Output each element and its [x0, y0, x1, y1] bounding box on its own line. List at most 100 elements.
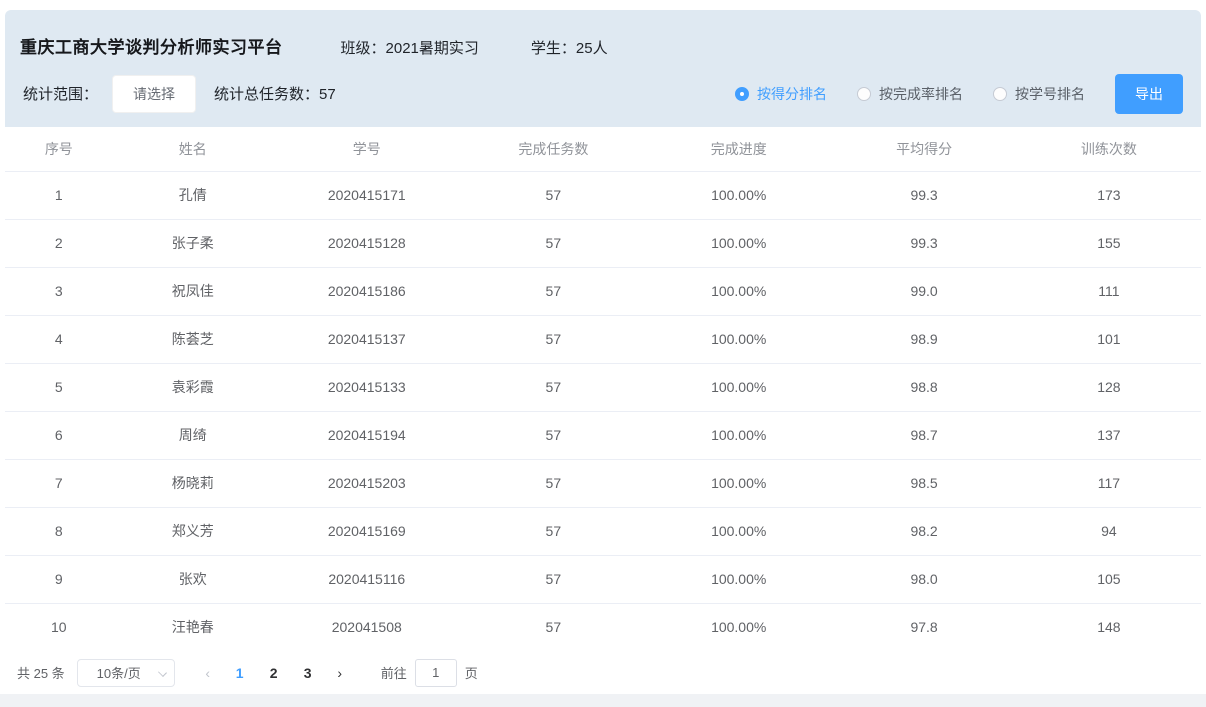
table-cell: 100.00% — [646, 507, 831, 555]
goto-page-input[interactable] — [415, 659, 457, 687]
total-tasks: 统计总任务数：57 — [214, 83, 336, 104]
sort-radio-option[interactable]: 按得分排名 — [735, 84, 827, 104]
table-cell: 郑义芳 — [113, 507, 273, 555]
sort-radio-group: 按得分排名 按完成率排名 按学号排名 — [735, 84, 1115, 104]
table-header-row: 序号姓名学号完成任务数完成进度平均得分训练次数 — [5, 127, 1201, 171]
column-header: 完成任务数 — [461, 127, 646, 171]
total-tasks-label: 统计总任务数： — [214, 86, 319, 103]
page: 重庆工商大学谈判分析师实习平台 班级：2021暑期实习 学生：25人 统计范围：… — [0, 0, 1206, 707]
table-cell: 148 — [1017, 603, 1201, 651]
table-cell: 98.0 — [831, 555, 1016, 603]
sort-radio-option[interactable]: 按完成率排名 — [857, 84, 963, 104]
column-header: 平均得分 — [831, 127, 1016, 171]
table-cell: 57 — [461, 411, 646, 459]
table-cell: 98.5 — [831, 459, 1016, 507]
table-row: 10汪艳春20204150857100.00%97.8148 — [5, 603, 1201, 651]
table-cell: 6 — [5, 411, 113, 459]
table-cell: 祝凤佳 — [113, 267, 273, 315]
page-number[interactable]: 2 — [259, 659, 289, 687]
table-cell: 10 — [5, 603, 113, 651]
table-cell: 100.00% — [646, 459, 831, 507]
column-header: 序号 — [5, 127, 113, 171]
table-cell: 100.00% — [646, 267, 831, 315]
pager-nav: ‹ 123 › — [193, 659, 355, 687]
table-row: 3祝凤佳202041518657100.00%99.0111 — [5, 267, 1201, 315]
table-cell: 111 — [1017, 267, 1201, 315]
table-cell: 99.3 — [831, 171, 1016, 219]
page-size-value: 10条/页 — [97, 663, 141, 682]
table-cell: 97.8 — [831, 603, 1016, 651]
table-cell: 101 — [1017, 315, 1201, 363]
table-cell: 202041508 — [273, 603, 461, 651]
column-header: 学号 — [273, 127, 461, 171]
table-row: 2张子柔202041512857100.00%99.3155 — [5, 219, 1201, 267]
table-cell: 57 — [461, 363, 646, 411]
table-cell: 98.7 — [831, 411, 1016, 459]
page-numbers: 123 — [223, 659, 325, 687]
table-cell: 57 — [461, 507, 646, 555]
total-tasks-value: 57 — [319, 86, 336, 103]
table-cell: 57 — [461, 459, 646, 507]
table-cell: 117 — [1017, 459, 1201, 507]
table-row: 6周绮202041519457100.00%98.7137 — [5, 411, 1201, 459]
table-cell: 杨晓莉 — [113, 459, 273, 507]
table-cell: 100.00% — [646, 363, 831, 411]
radio-icon — [993, 87, 1007, 101]
table-cell: 99.3 — [831, 219, 1016, 267]
table-row: 7杨晓莉202041520357100.00%98.5117 — [5, 459, 1201, 507]
table-cell: 57 — [461, 171, 646, 219]
table-cell: 2020415194 — [273, 411, 461, 459]
class-label: 班级： — [341, 40, 386, 57]
table-cell: 100.00% — [646, 603, 831, 651]
export-button[interactable]: 导出 — [1115, 74, 1183, 114]
table-cell: 100.00% — [646, 411, 831, 459]
table-cell: 7 — [5, 459, 113, 507]
ranking-table: 序号姓名学号完成任务数完成进度平均得分训练次数 1孔倩2020415171571… — [5, 127, 1201, 651]
table-cell: 9 — [5, 555, 113, 603]
page-size-select[interactable]: 10条/页 — [77, 659, 175, 687]
column-header: 训练次数 — [1017, 127, 1201, 171]
table-cell: 2020415128 — [273, 219, 461, 267]
table-cell: 105 — [1017, 555, 1201, 603]
table-cell: 2020415203 — [273, 459, 461, 507]
students-value: 25人 — [576, 40, 608, 57]
page-number[interactable]: 1 — [225, 659, 255, 687]
class-value: 2021暑期实习 — [386, 40, 479, 57]
scope-label: 统计范围： — [23, 83, 98, 104]
table-cell: 2020415116 — [273, 555, 461, 603]
table-cell: 100.00% — [646, 171, 831, 219]
radio-icon — [735, 87, 749, 101]
table-cell: 张欢 — [113, 555, 273, 603]
goto-suffix: 页 — [465, 663, 478, 682]
table-row: 8郑义芳202041516957100.00%98.294 — [5, 507, 1201, 555]
pagination-bar: 共 25 条 10条/页 ‹ 123 › 前往 页 — [5, 651, 1201, 694]
table-cell: 周绮 — [113, 411, 273, 459]
page-number[interactable]: 3 — [293, 659, 323, 687]
prev-page-button[interactable]: ‹ — [193, 659, 223, 687]
sort-radio-option[interactable]: 按学号排名 — [993, 84, 1085, 104]
table-cell: 57 — [461, 267, 646, 315]
table-cell: 99.0 — [831, 267, 1016, 315]
next-page-button[interactable]: › — [325, 659, 355, 687]
table-cell: 2020415171 — [273, 171, 461, 219]
table-cell: 陈荟芝 — [113, 315, 273, 363]
table-cell: 155 — [1017, 219, 1201, 267]
table-cell: 173 — [1017, 171, 1201, 219]
table-cell: 汪艳春 — [113, 603, 273, 651]
scope-select[interactable]: 请选择 — [112, 75, 196, 113]
table-cell: 98.8 — [831, 363, 1016, 411]
goto-label: 前往 — [381, 663, 407, 682]
table-cell: 57 — [461, 315, 646, 363]
table-cell: 3 — [5, 267, 113, 315]
table-cell: 8 — [5, 507, 113, 555]
column-header: 完成进度 — [646, 127, 831, 171]
students-info: 学生：25人 — [531, 37, 608, 58]
class-info: 班级：2021暑期实习 — [341, 37, 479, 58]
table-cell: 2020415186 — [273, 267, 461, 315]
students-label: 学生： — [531, 40, 576, 57]
table-row: 1孔倩202041517157100.00%99.3173 — [5, 171, 1201, 219]
table-cell: 128 — [1017, 363, 1201, 411]
radio-icon — [857, 87, 871, 101]
table-cell: 100.00% — [646, 219, 831, 267]
table-cell: 98.9 — [831, 315, 1016, 363]
